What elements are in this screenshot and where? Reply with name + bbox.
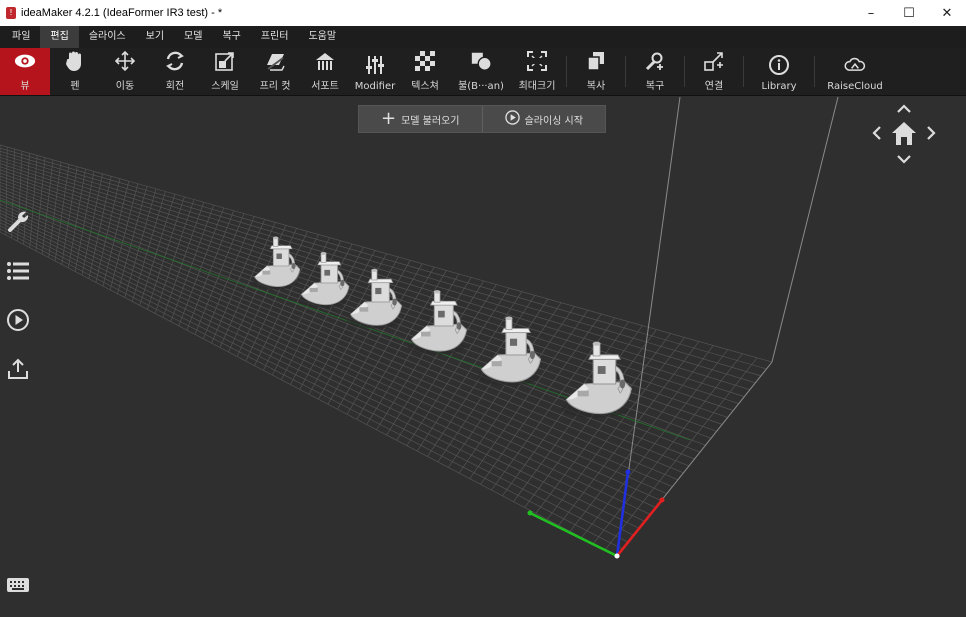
load-model-label: 모델 불러오기 bbox=[401, 115, 460, 127]
close-button[interactable]: ✕ bbox=[928, 0, 966, 26]
support-icon bbox=[314, 50, 336, 72]
scale-tool-button[interactable]: 스케일 bbox=[200, 48, 250, 95]
start-slicing-button[interactable]: 슬라이싱 시작 bbox=[481, 106, 606, 132]
rotate-tool-button[interactable]: 회전 bbox=[150, 48, 200, 95]
modifier-tool-button[interactable]: Modifier bbox=[350, 48, 400, 95]
preview-play-icon[interactable] bbox=[4, 306, 32, 334]
benchy-model bbox=[347, 268, 403, 329]
keyboard-icon[interactable] bbox=[6, 576, 30, 594]
toolbar-divider bbox=[625, 56, 626, 87]
3d-viewport[interactable] bbox=[0, 97, 966, 617]
copy-tool-label: 복사 bbox=[586, 81, 606, 92]
scale-tool-label: 스케일 bbox=[211, 81, 239, 92]
play-circle-icon bbox=[504, 110, 520, 128]
connect-icon bbox=[703, 50, 725, 72]
maximize-button[interactable]: ☐ bbox=[890, 0, 928, 26]
connect-tool-button[interactable]: 연결 bbox=[689, 48, 739, 95]
home-icon bbox=[892, 122, 916, 145]
toolbar-divider bbox=[814, 56, 815, 87]
rotate-tool-label: 회전 bbox=[165, 81, 185, 92]
start-slicing-label: 슬라이싱 시작 bbox=[524, 115, 583, 127]
boolean-tool-button[interactable]: 불(B···an) bbox=[450, 48, 512, 95]
support-tool-button[interactable]: 서포트 bbox=[300, 48, 350, 95]
toolbar-divider bbox=[684, 56, 685, 87]
cut-tool-button[interactable]: 프리 컷 bbox=[250, 48, 300, 95]
view-navigation-control bbox=[868, 100, 940, 170]
cloud-icon bbox=[844, 54, 866, 76]
cut-icon bbox=[264, 50, 286, 72]
library-tool-label: Library bbox=[761, 81, 797, 92]
boolean-tool-label: 불(B···an) bbox=[458, 81, 504, 92]
menu-help[interactable]: 도움말 bbox=[298, 26, 346, 48]
eye-icon bbox=[14, 50, 36, 72]
toolbar-divider bbox=[566, 56, 567, 87]
menu-edit[interactable]: 편집 bbox=[40, 26, 79, 48]
cut-tool-label: 프리 컷 bbox=[259, 81, 291, 92]
pan-tool-label: 펜 bbox=[70, 81, 80, 92]
minimize-button[interactable]: – bbox=[852, 0, 890, 26]
library-tool-button[interactable]: Library bbox=[748, 48, 810, 95]
scale-icon bbox=[214, 50, 236, 72]
menu-repair[interactable]: 복구 bbox=[212, 26, 250, 48]
wrench-icon[interactable] bbox=[4, 207, 32, 235]
maximize-tool-button[interactable]: 최대크기 bbox=[512, 48, 562, 95]
texture-tool-button[interactable]: 텍스쳐 bbox=[400, 48, 450, 95]
connect-tool-label: 연결 bbox=[704, 81, 724, 92]
pan-tool-button[interactable]: 펜 bbox=[50, 48, 100, 95]
title-bar: ! ideaMaker 4.2.1 (IdeaFormer IR3 test) … bbox=[0, 0, 966, 26]
move-tool-label: 이동 bbox=[115, 81, 135, 92]
window-title: ideaMaker 4.2.1 (IdeaFormer IR3 test) - … bbox=[21, 7, 223, 19]
view-tool-label: 뷰 bbox=[20, 81, 30, 92]
build-plate-grid bbox=[0, 144, 773, 557]
nav-right-arrow bbox=[927, 126, 936, 140]
menu-slice[interactable]: 슬라이스 bbox=[79, 26, 136, 48]
toolbar-divider bbox=[743, 56, 744, 87]
raisecloud-tool-button[interactable]: RaiseCloud bbox=[819, 48, 891, 95]
nav-down-arrow bbox=[897, 155, 911, 164]
repair-tool-label: 복구 bbox=[645, 81, 665, 92]
menu-file[interactable]: 파일 bbox=[2, 26, 40, 48]
nav-up-arrow bbox=[897, 104, 911, 113]
app-logo-icon: ! bbox=[6, 7, 16, 19]
build-volume-edges bbox=[616, 97, 839, 557]
modifier-tool-label: Modifier bbox=[354, 81, 396, 92]
menu-printer[interactable]: 프린터 bbox=[251, 26, 299, 48]
move-tool-button[interactable]: 이동 bbox=[100, 48, 150, 95]
viewport-action-bar: + 모델 불러오기 슬라이싱 시작 bbox=[358, 105, 606, 133]
nav-left-arrow bbox=[872, 126, 881, 140]
maximize-corners-icon bbox=[526, 50, 548, 72]
build-plate-scene bbox=[0, 97, 839, 559]
plus-icon: + bbox=[381, 108, 397, 129]
support-tool-label: 서포트 bbox=[311, 81, 339, 92]
benchy-model bbox=[477, 316, 542, 386]
checker-icon bbox=[414, 50, 436, 72]
menu-view[interactable]: 보기 bbox=[136, 26, 174, 48]
repair-tool-button[interactable]: 복구 bbox=[630, 48, 680, 95]
wrench-plus-icon bbox=[644, 50, 666, 72]
rotate-icon bbox=[164, 50, 186, 72]
maximize-tool-label: 최대크기 bbox=[518, 81, 556, 92]
sliders-icon bbox=[364, 54, 386, 76]
info-circle-icon bbox=[768, 54, 790, 76]
main-toolbar: 뷰 펜 이동 회전 스케일 프리 컷 서포트 Modifier 텍스쳐 불(B·… bbox=[0, 48, 966, 96]
export-upload-icon[interactable] bbox=[4, 355, 32, 383]
load-model-button[interactable]: + 모델 불러오기 bbox=[359, 106, 482, 132]
copy-icon bbox=[585, 50, 607, 72]
hand-icon bbox=[64, 50, 86, 72]
axis-gizmo bbox=[527, 469, 665, 559]
menu-bar: 파일 편집 슬라이스 보기 모델 복구 프린터 도움말 bbox=[0, 26, 966, 48]
copy-tool-button[interactable]: 복사 bbox=[571, 48, 621, 95]
menu-model[interactable]: 모델 bbox=[174, 26, 212, 48]
move-arrows-icon bbox=[114, 50, 136, 72]
raisecloud-tool-label: RaiseCloud bbox=[827, 81, 883, 92]
list-icon[interactable] bbox=[4, 257, 32, 285]
view-tool-button[interactable]: 뷰 bbox=[0, 48, 50, 95]
benchy-model bbox=[407, 290, 468, 355]
boolean-icon bbox=[470, 50, 492, 72]
texture-tool-label: 텍스쳐 bbox=[411, 81, 439, 92]
